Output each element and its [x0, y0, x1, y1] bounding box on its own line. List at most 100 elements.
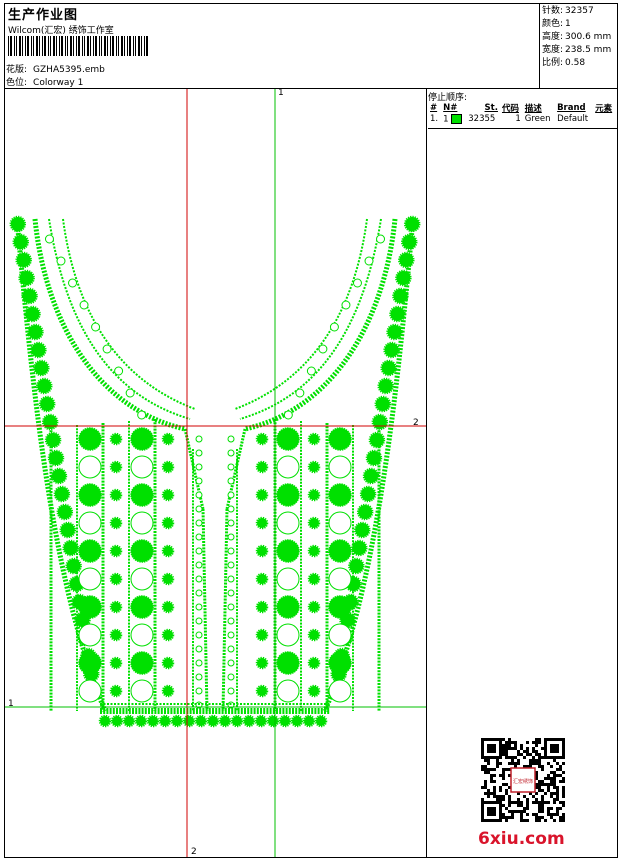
qr-module — [535, 813, 538, 816]
barcode-bar — [112, 36, 114, 56]
qr-module — [532, 756, 535, 759]
eyelet-motif — [227, 477, 235, 485]
flower-motif — [27, 323, 44, 341]
eyelet-motif — [227, 603, 235, 611]
qr-module — [493, 774, 496, 777]
axis-label-top: 1 — [278, 88, 284, 98]
qr-module — [493, 786, 496, 789]
qr-module — [538, 786, 541, 789]
qr-module — [556, 789, 559, 792]
qr-module — [526, 804, 529, 807]
flower-motif — [371, 413, 389, 431]
qr-stamp-text: 汇宏绣饰 — [513, 778, 533, 785]
qr-module — [556, 762, 559, 765]
col-code: 代码 — [501, 104, 519, 114]
flower-motif — [374, 395, 392, 413]
flower-motif — [255, 628, 269, 642]
qr-module — [562, 801, 565, 804]
qr-module — [505, 789, 508, 792]
barcode — [8, 36, 148, 56]
axis-label-bottom: 2 — [191, 847, 197, 857]
flower-motif — [21, 287, 38, 305]
eyelet-motif — [227, 505, 235, 513]
qr-module — [553, 759, 556, 762]
qr-module — [508, 810, 511, 813]
qr-module — [562, 816, 565, 819]
qr-module — [514, 744, 517, 747]
qr-module — [493, 795, 496, 798]
medallion-circle — [78, 651, 102, 675]
flower-motif — [161, 572, 175, 586]
satin-border — [239, 218, 382, 420]
qr-module — [514, 756, 517, 759]
qr-module — [484, 792, 487, 795]
qr-module — [526, 813, 529, 816]
medallion-circle — [130, 483, 154, 507]
qr-module — [547, 762, 550, 765]
medallion-circle — [130, 679, 154, 703]
flower-motif — [15, 251, 32, 269]
qr-module — [514, 747, 517, 750]
eyelet-motif — [227, 463, 235, 471]
flower-motif — [307, 488, 321, 502]
barcode-bar — [121, 36, 123, 56]
qr-module — [559, 780, 562, 783]
barcode-bar — [90, 36, 91, 56]
qr-module — [538, 780, 541, 783]
flower-motif — [38, 395, 56, 413]
qr-module — [523, 807, 526, 810]
eyelet-motif — [195, 673, 203, 681]
qr-module — [508, 816, 511, 819]
flower-motif — [53, 485, 71, 503]
qr-module — [544, 777, 547, 780]
eyelet-motif — [227, 687, 235, 695]
qr-module — [541, 810, 544, 813]
eyelet-motif — [195, 463, 203, 471]
qr-module — [502, 816, 505, 819]
qr-module — [484, 759, 487, 762]
flower-motif — [302, 714, 316, 728]
medallion-circle — [130, 511, 154, 535]
qr-module — [553, 771, 556, 774]
qr-module — [532, 759, 535, 762]
flower-motif — [307, 544, 321, 558]
qr-module — [520, 810, 523, 813]
pattern-line: 花版: GZHA5395.emb — [6, 62, 105, 75]
flower-motif — [278, 714, 292, 728]
barcode-bar — [101, 36, 102, 56]
flower-motif — [351, 539, 368, 557]
ring-motif — [295, 388, 305, 398]
qr-module — [502, 777, 505, 780]
qr-module — [514, 762, 517, 765]
qr-module — [559, 765, 562, 768]
qr-module — [559, 774, 562, 777]
qr-module — [550, 765, 553, 768]
row-description: Green — [524, 114, 551, 125]
qr-module — [553, 792, 556, 795]
qr-module — [526, 819, 529, 822]
medallion-circle — [328, 539, 352, 563]
qr-module — [535, 762, 538, 765]
medallion-circle — [276, 427, 300, 451]
qr-module — [505, 750, 508, 753]
qr-module — [526, 750, 529, 753]
flower-motif — [400, 233, 418, 251]
medallion-circle — [276, 679, 300, 703]
barcode-bar — [16, 36, 17, 56]
qr-module — [532, 741, 535, 744]
qr-module — [538, 810, 541, 813]
qr-module — [556, 774, 559, 777]
eyelet-motif — [227, 659, 235, 667]
qr-module — [508, 738, 511, 741]
meta-width: 宽度: 238.5 mm — [542, 45, 612, 55]
qr-module — [523, 810, 526, 813]
flower-motif — [161, 544, 175, 558]
qr-module — [505, 756, 508, 759]
qr-module — [493, 789, 496, 792]
barcode-bar — [70, 36, 72, 56]
page-title: 生产作业图 — [8, 8, 79, 23]
qr-module — [556, 810, 559, 813]
qr-module — [535, 759, 538, 762]
flower-motif — [146, 714, 160, 728]
medallion-circle — [328, 595, 352, 619]
